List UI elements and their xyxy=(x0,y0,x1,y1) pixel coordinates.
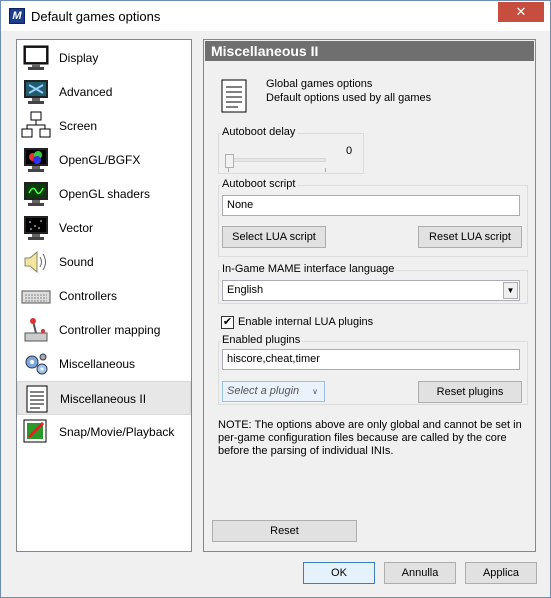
sidebar-item-label: OpenGL/BGFX xyxy=(59,153,141,167)
document-icon xyxy=(221,79,247,113)
apply-button[interactable]: Applica xyxy=(465,562,537,584)
select-plugin-placeholder: Select a plugin xyxy=(227,385,300,397)
sidebar-item-advanced[interactable]: Advanced xyxy=(17,75,191,109)
sidebar-item-sound[interactable]: Sound xyxy=(17,245,191,279)
reset-button[interactable]: Reset xyxy=(212,520,357,542)
language-select[interactable]: English ▼ xyxy=(222,280,520,301)
sidebar-item-miscellaneous-ii[interactable]: Miscellaneous II xyxy=(17,381,191,415)
joystick-icon xyxy=(24,318,48,342)
autoboot-delay-label: Autoboot delay xyxy=(220,126,298,138)
enabled-plugins-label: Enabled plugins xyxy=(220,334,303,346)
autoboot-delay-slider-track[interactable] xyxy=(228,158,326,162)
sidebar-item-opengl-bgfx[interactable]: OpenGL/BGFX xyxy=(17,143,191,177)
category-list[interactable]: Display Advanced Screen OpenGL/BGFX Open… xyxy=(16,39,192,552)
reset-plugins-button[interactable]: Reset plugins xyxy=(418,381,522,403)
chevron-down-icon: ∨ xyxy=(312,387,318,396)
sidebar-item-opengl-shaders[interactable]: OpenGL shaders xyxy=(17,177,191,211)
autoboot-delay-value: 0 xyxy=(346,145,353,157)
select-plugin-dropdown[interactable]: Select a plugin ∨ xyxy=(222,381,325,402)
enabled-plugins-group: Enabled plugins hiscore,cheat,timer Sele… xyxy=(218,334,528,405)
sidebar-item-screen[interactable]: Screen xyxy=(17,109,191,143)
speaker-icon xyxy=(24,250,46,274)
sidebar-item-label: OpenGL shaders xyxy=(59,187,150,201)
gears-icon xyxy=(25,353,48,375)
reset-lua-script-button[interactable]: Reset LUA script xyxy=(418,226,522,248)
sidebar-item-label: Vector xyxy=(59,221,94,235)
ok-button[interactable]: OK xyxy=(303,562,375,584)
autoboot-script-label: Autoboot script xyxy=(220,178,298,190)
sidebar-item-label: Controller mapping xyxy=(59,323,161,337)
note-text: NOTE: The options above are only global … xyxy=(218,419,522,457)
options-panel: Miscellaneous II Global games options De… xyxy=(203,39,536,552)
sidebar-item-controllers[interactable]: Controllers xyxy=(17,279,191,313)
title-bar: M Default games options ✕ xyxy=(1,1,550,31)
select-lua-script-button[interactable]: Select LUA script xyxy=(222,226,326,248)
panel-title: Miscellaneous II xyxy=(205,41,534,61)
autoboot-delay-group: Autoboot delay 0 xyxy=(218,126,364,174)
language-value: English xyxy=(227,284,264,296)
enable-lua-plugins-label: Enable internal LUA plugins xyxy=(238,316,374,328)
window-title: Default games options xyxy=(31,9,161,24)
sidebar-item-label: Screen xyxy=(59,119,98,133)
sidebar-item-label: Controllers xyxy=(59,289,118,303)
display-monitor-icon xyxy=(23,45,49,70)
opengl-monitor-icon xyxy=(24,148,48,172)
slider-ticks xyxy=(228,168,326,172)
mame-app-icon: M xyxy=(9,8,25,24)
global-options-title: Global games options xyxy=(266,78,373,90)
keyboard-icon xyxy=(21,290,51,304)
language-group: In-Game MAME interface language English … xyxy=(218,263,528,304)
enabled-plugins-field[interactable]: hiscore,cheat,timer xyxy=(222,349,520,370)
sidebar-item-label: Miscellaneous II xyxy=(60,392,147,406)
autoboot-script-field[interactable]: None xyxy=(222,195,520,216)
screens-network-icon xyxy=(21,111,51,138)
options-window: M Default games options ✕ Display Advanc… xyxy=(0,0,551,598)
chevron-down-icon[interactable]: ▼ xyxy=(503,282,518,299)
sidebar-item-label: Display xyxy=(59,51,99,65)
sidebar-item-label: Miscellaneous xyxy=(59,357,136,371)
autoboot-delay-slider-thumb[interactable] xyxy=(225,154,234,168)
vector-monitor-icon xyxy=(24,216,48,240)
sidebar-item-label: Advanced xyxy=(59,85,113,99)
autoboot-script-group: Autoboot script None Select LUA script R… xyxy=(218,178,528,257)
sidebar-item-vector[interactable]: Vector xyxy=(17,211,191,245)
document-icon xyxy=(26,385,48,413)
shader-monitor-icon xyxy=(24,182,48,206)
sidebar-item-miscellaneous[interactable]: Miscellaneous xyxy=(17,347,191,381)
sidebar-item-controller-mapping[interactable]: Controller mapping xyxy=(17,313,191,347)
sidebar-item-label: Snap/Movie/Playback xyxy=(59,425,175,439)
cancel-button[interactable]: Annulla xyxy=(384,562,456,584)
snapshot-icon xyxy=(23,419,47,443)
advanced-monitor-icon xyxy=(24,80,48,104)
enable-lua-plugins-checkbox[interactable]: ✔ xyxy=(221,316,234,329)
sidebar-item-display[interactable]: Display xyxy=(17,41,191,75)
sidebar-item-snap-movie-playback[interactable]: Snap/Movie/Playback xyxy=(17,415,191,449)
sidebar-item-label: Sound xyxy=(59,255,94,269)
global-options-subtitle: Default options used by all games xyxy=(266,92,432,104)
close-button[interactable]: ✕ xyxy=(498,2,544,22)
language-label: In-Game MAME interface language xyxy=(220,263,397,275)
